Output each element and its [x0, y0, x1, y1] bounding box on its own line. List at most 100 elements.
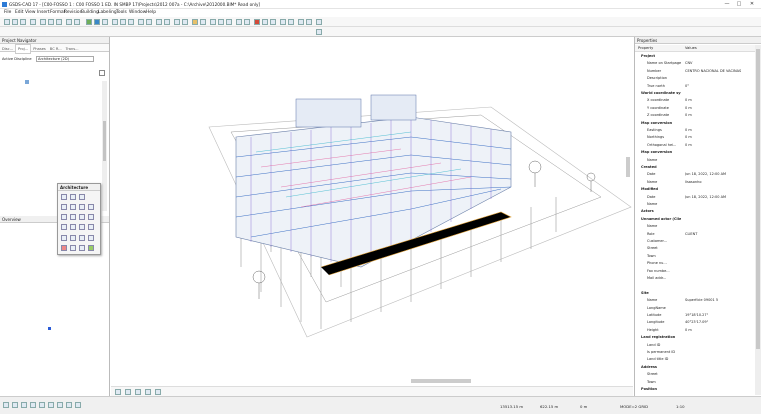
- active-discipline-select[interactable]: Architecture (2D): [36, 56, 94, 62]
- camera-icon[interactable]: [135, 389, 141, 395]
- property-row[interactable]: LongName: [635, 305, 755, 312]
- layer-icon[interactable]: [138, 19, 144, 25]
- render-icon[interactable]: [156, 19, 162, 25]
- tree-tool-icon[interactable]: [88, 245, 94, 251]
- chart-icon[interactable]: [306, 19, 312, 25]
- text-icon[interactable]: [262, 19, 268, 25]
- property-row[interactable]: X coordinate 0 m: [635, 97, 755, 104]
- pipe-tool-icon[interactable]: [70, 245, 76, 251]
- property-row[interactable]: [635, 282, 755, 289]
- menu-file[interactable]: File: [4, 10, 11, 15]
- plant-tool-icon[interactable]: [88, 235, 94, 241]
- status-icon-2[interactable]: [12, 402, 18, 408]
- property-value[interactable]: CNV: [685, 60, 745, 67]
- property-section[interactable]: Project: [635, 53, 755, 60]
- section-icon[interactable]: [146, 19, 152, 25]
- help-icon[interactable]: [316, 19, 322, 25]
- property-row[interactable]: Description: [635, 75, 755, 82]
- menu-edit[interactable]: Edit: [15, 10, 24, 15]
- new-file-icon[interactable]: [4, 19, 10, 25]
- opening-tool-icon[interactable]: [79, 214, 85, 220]
- tab-bc-r[interactable]: BC R...: [48, 45, 64, 53]
- property-value[interactable]: 0 m: [685, 327, 745, 334]
- property-row[interactable]: Street: [635, 245, 755, 252]
- paste-icon[interactable]: [56, 19, 62, 25]
- wall-tool-icon[interactable]: [61, 194, 67, 200]
- hatch-icon[interactable]: [280, 19, 286, 25]
- model-viewport[interactable]: [111, 37, 633, 386]
- redo-icon[interactable]: [74, 19, 80, 25]
- display-mode-icon[interactable]: [125, 389, 131, 395]
- status-icon-6[interactable]: [48, 402, 54, 408]
- zone-tool-icon[interactable]: [79, 224, 85, 230]
- status-icon-7[interactable]: [57, 402, 63, 408]
- status-mode[interactable]: MODE=2 GRID: [620, 404, 648, 409]
- settings-icon[interactable]: [200, 19, 206, 25]
- rotate-view-icon[interactable]: [112, 19, 118, 25]
- property-row[interactable]: Phone nu...: [635, 260, 755, 267]
- tab-project[interactable]: Proj...: [15, 44, 32, 54]
- property-row[interactable]: Customer...: [635, 238, 755, 245]
- architecture-palette-title[interactable]: Architecture: [58, 184, 100, 191]
- properties-scrollbar[interactable]: [755, 45, 761, 395]
- curtain-wall-tool-icon[interactable]: [61, 235, 67, 241]
- status-icon-8[interactable]: [66, 402, 72, 408]
- property-section[interactable]: Map conversion: [635, 149, 755, 156]
- door-tool-icon[interactable]: [61, 214, 67, 220]
- menu-labeling[interactable]: Labeling: [98, 10, 117, 15]
- property-value[interactable]: 40°23'17.09": [685, 319, 745, 326]
- navigator-scrollbar[interactable]: [102, 81, 107, 211]
- status-icon-9[interactable]: [75, 402, 81, 408]
- property-value[interactable]: 0°: [685, 83, 745, 90]
- property-row[interactable]: Height 0 m: [635, 327, 755, 334]
- object-tool-icon[interactable]: [70, 224, 76, 230]
- overview-position-marker[interactable]: [48, 327, 51, 330]
- property-row[interactable]: Date Jun 18, 2022, 12:00 AM: [635, 171, 755, 178]
- copy-icon[interactable]: [48, 19, 54, 25]
- plan-icon[interactable]: [210, 19, 216, 25]
- open-file-icon[interactable]: [12, 19, 18, 25]
- duct-tool-icon[interactable]: [79, 245, 85, 251]
- measure-icon[interactable]: [174, 19, 180, 25]
- property-value[interactable]: CENTRO NACIONAL DE VACINAS: [685, 68, 745, 75]
- maximize-button[interactable]: □: [735, 1, 743, 8]
- property-value[interactable]: CLIENT: [685, 231, 745, 238]
- status-icon-3[interactable]: [21, 402, 27, 408]
- property-section[interactable]: World coordinate system: [635, 90, 755, 97]
- view-mode-icon[interactable]: [115, 389, 121, 395]
- property-value[interactable]: lisasonho: [685, 179, 745, 186]
- property-value[interactable]: 0 m: [685, 105, 745, 112]
- property-row[interactable]: Y coordinate 0 m: [635, 105, 755, 112]
- property-row[interactable]: Land ID: [635, 342, 755, 349]
- layers-filter-icon[interactable]: [155, 389, 161, 395]
- menu-view[interactable]: View: [25, 10, 35, 15]
- status-icon-5[interactable]: [39, 402, 45, 408]
- close-button[interactable]: ✕: [748, 1, 756, 8]
- menu-building[interactable]: Building: [81, 10, 99, 15]
- rotate-icon[interactable]: [145, 389, 151, 395]
- save-icon[interactable]: [20, 19, 26, 25]
- property-section[interactable]: Unnamed actor (Client): [635, 216, 755, 223]
- property-section[interactable]: Modified: [635, 186, 755, 193]
- property-row[interactable]: Town: [635, 379, 755, 386]
- property-row[interactable]: Eastings 0 m: [635, 127, 755, 134]
- property-row[interactable]: Longitude 40°23'17.09": [635, 319, 755, 326]
- menu-revision[interactable]: Revision: [64, 10, 82, 15]
- menu-tools[interactable]: Tools: [116, 10, 127, 15]
- property-section[interactable]: Land registration: [635, 334, 755, 341]
- stop-icon[interactable]: [254, 19, 260, 25]
- furniture-tool-icon[interactable]: [61, 224, 67, 230]
- undo-icon[interactable]: [66, 19, 72, 25]
- property-section[interactable]: Created: [635, 164, 755, 171]
- grid-icon[interactable]: [236, 19, 242, 25]
- property-row[interactable]: Z coordinate 0 m: [635, 112, 755, 119]
- elevation-icon[interactable]: [218, 19, 224, 25]
- minimize-button[interactable]: —: [723, 1, 731, 8]
- snap-icon[interactable]: [182, 19, 188, 25]
- property-row[interactable]: Name: [635, 201, 755, 208]
- view-3d-icon[interactable]: [128, 19, 134, 25]
- property-section[interactable]: Actors: [635, 208, 755, 215]
- terrain-tool-icon[interactable]: [79, 235, 85, 241]
- property-row[interactable]: Street: [635, 371, 755, 378]
- navigator-options-icon[interactable]: [99, 70, 105, 76]
